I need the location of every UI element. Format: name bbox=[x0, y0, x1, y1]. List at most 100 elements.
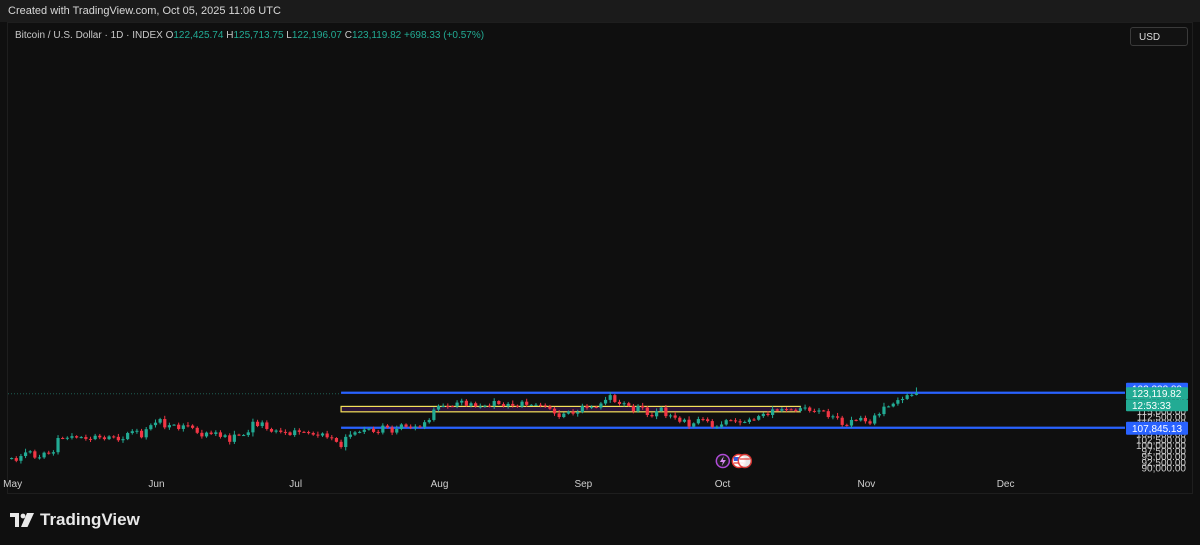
candle-body bbox=[617, 401, 622, 404]
candle bbox=[817, 408, 821, 414]
candle bbox=[729, 419, 733, 422]
candle bbox=[51, 450, 55, 456]
candle-body bbox=[181, 425, 185, 429]
candle bbox=[255, 419, 260, 428]
candle-body bbox=[868, 421, 872, 424]
candle-body bbox=[812, 410, 816, 412]
candle bbox=[79, 436, 83, 439]
candle bbox=[358, 430, 362, 434]
candle bbox=[673, 411, 677, 420]
candle-body bbox=[594, 406, 598, 408]
candle bbox=[738, 419, 742, 426]
low-value: 122,196.07 bbox=[291, 30, 342, 41]
candle-body bbox=[455, 402, 459, 407]
candle-body bbox=[682, 419, 687, 422]
candle-body bbox=[580, 405, 584, 413]
candle bbox=[186, 422, 190, 428]
candle-body bbox=[339, 441, 343, 448]
currency-button[interactable]: USD bbox=[1130, 27, 1188, 46]
candle-body bbox=[483, 405, 487, 407]
candle bbox=[399, 423, 403, 431]
candle-body bbox=[246, 432, 250, 436]
candle-body bbox=[418, 426, 422, 428]
candle-body bbox=[265, 422, 269, 429]
candle-body bbox=[794, 409, 798, 411]
candle-body bbox=[65, 437, 69, 439]
candle bbox=[228, 433, 232, 445]
candle-body bbox=[112, 436, 116, 438]
candle-body bbox=[144, 429, 148, 438]
candle-body bbox=[139, 430, 144, 438]
candle bbox=[84, 434, 88, 441]
event-us-flag-icon-2 bbox=[737, 453, 753, 469]
candle bbox=[668, 413, 673, 419]
candle-body bbox=[158, 419, 162, 423]
candle-body bbox=[701, 419, 705, 421]
candle-body bbox=[673, 415, 677, 418]
candle-body bbox=[33, 451, 37, 458]
candle bbox=[831, 414, 835, 420]
candle-body bbox=[149, 425, 153, 430]
close-label: C bbox=[344, 30, 352, 41]
candle bbox=[172, 424, 176, 426]
candle-body bbox=[529, 404, 533, 406]
candle bbox=[603, 396, 608, 406]
candle bbox=[56, 435, 60, 455]
candle bbox=[200, 429, 204, 439]
candle bbox=[181, 423, 185, 432]
candle bbox=[98, 433, 102, 440]
candle bbox=[650, 412, 654, 418]
candle bbox=[497, 400, 501, 405]
candle-body bbox=[534, 404, 538, 406]
candle-body bbox=[153, 422, 158, 426]
candle bbox=[812, 408, 816, 413]
candle-body bbox=[608, 395, 612, 400]
candle-body bbox=[330, 437, 334, 439]
candle-body bbox=[436, 405, 441, 410]
candle-body bbox=[102, 437, 107, 440]
candle bbox=[274, 429, 278, 434]
candle-body bbox=[724, 420, 728, 425]
candle bbox=[311, 431, 315, 436]
candle-body bbox=[460, 400, 464, 403]
candle bbox=[859, 415, 863, 422]
price-chart[interactable]: May Jun Jul Aug Sep Oct Nov Dec 90,000.0092,500… bbox=[0, 0, 1200, 545]
candle-body bbox=[506, 403, 510, 407]
candle-body bbox=[371, 428, 376, 432]
candle-body bbox=[204, 432, 209, 437]
candle-body bbox=[696, 419, 700, 424]
candle-body bbox=[251, 421, 255, 433]
candle-body bbox=[242, 435, 246, 437]
candle-body bbox=[237, 434, 241, 436]
events-layer bbox=[715, 453, 753, 469]
candle-body bbox=[446, 405, 450, 407]
candle-body bbox=[706, 419, 710, 422]
footer bbox=[0, 494, 1200, 545]
candle-body bbox=[293, 430, 297, 436]
candle bbox=[761, 412, 765, 418]
candle-body bbox=[218, 432, 223, 437]
candle-body bbox=[381, 425, 385, 433]
candle-body bbox=[641, 405, 645, 408]
last-price-label: 123,119.82 bbox=[1126, 387, 1188, 400]
candle-body bbox=[603, 399, 608, 404]
brand[interactable]: TradingView bbox=[10, 510, 140, 530]
candle bbox=[353, 431, 357, 436]
candle bbox=[706, 417, 710, 423]
candle bbox=[525, 398, 529, 408]
candle bbox=[14, 456, 18, 463]
candle bbox=[863, 415, 867, 424]
candle bbox=[617, 399, 622, 406]
tradingview-logo-icon bbox=[10, 513, 34, 527]
candle-body bbox=[775, 409, 779, 411]
candle-body bbox=[283, 431, 287, 433]
candle bbox=[752, 417, 756, 421]
candle-body bbox=[37, 457, 42, 459]
candle-body bbox=[552, 408, 557, 414]
candle bbox=[112, 435, 116, 439]
candle-body bbox=[631, 405, 635, 412]
candle bbox=[339, 439, 343, 449]
candle bbox=[418, 425, 422, 428]
candle bbox=[413, 424, 417, 431]
candle-body bbox=[803, 407, 807, 409]
